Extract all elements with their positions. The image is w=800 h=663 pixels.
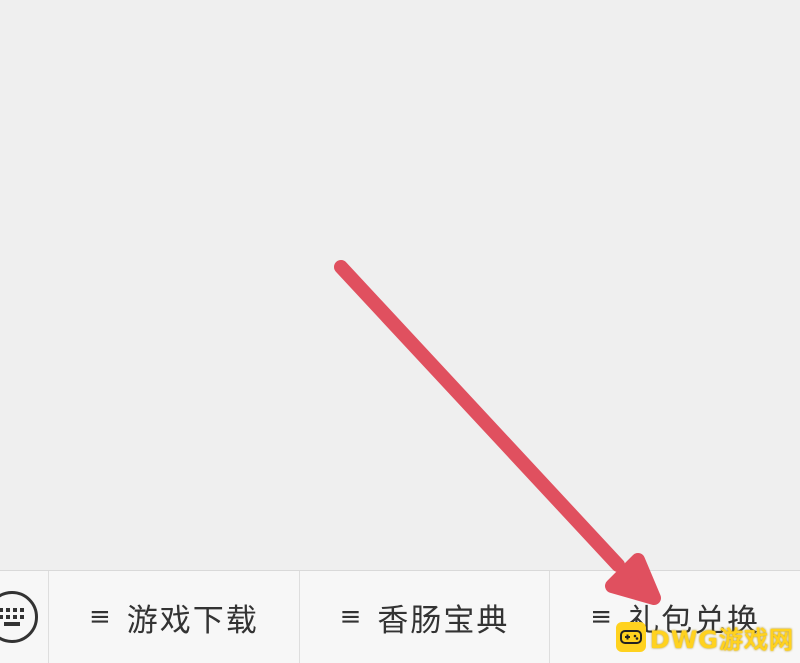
chat-content-area (0, 0, 800, 570)
menu-item-label: 香肠宝典 (377, 602, 510, 639)
keyboard-toggle-button[interactable] (0, 571, 48, 663)
watermark-text: DWG游戏网 (649, 625, 794, 654)
game-controller-icon (615, 622, 646, 652)
watermark: DWG游戏网 (615, 616, 794, 658)
menu-lines-icon: ≡ (590, 602, 615, 632)
menu-lines-icon: ≡ (339, 602, 364, 632)
menu-item-game-download[interactable]: ≡ 游戏下载 (48, 571, 299, 663)
menu-item-sausage-guide[interactable]: ≡ 香肠宝典 (298, 571, 550, 663)
menu-lines-icon: ≡ (88, 602, 113, 632)
keyboard-icon (0, 591, 38, 643)
menu-item-label: 游戏下载 (126, 602, 259, 639)
